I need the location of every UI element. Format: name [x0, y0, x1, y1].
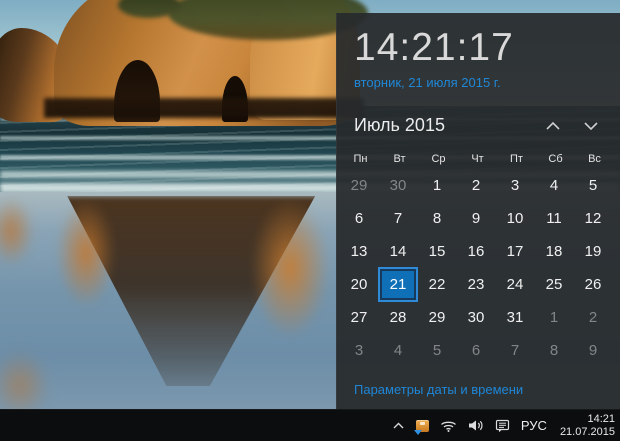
- calendar-day[interactable]: 4: [536, 170, 572, 201]
- chevron-down-icon[interactable]: [582, 119, 600, 133]
- day-of-week-header: Ср: [431, 153, 446, 165]
- calendar-day[interactable]: 7: [380, 203, 416, 234]
- calendar-day[interactable]: 2: [575, 302, 611, 333]
- wallpaper-rock-shadow: [44, 98, 364, 118]
- wallpaper-reflection-glow: [56, 198, 116, 308]
- wifi-icon[interactable]: [440, 419, 457, 432]
- calendar-day[interactable]: 7: [497, 335, 533, 366]
- calendar-day[interactable]: 30: [380, 170, 416, 201]
- calendar-month-label[interactable]: Июль 2015: [354, 115, 445, 136]
- calendar-day[interactable]: 26: [575, 269, 611, 300]
- time-display: 14:21:17: [354, 26, 514, 69]
- calendar-day[interactable]: 25: [536, 269, 572, 300]
- calendar-day[interactable]: 4: [380, 335, 416, 366]
- calendar-day[interactable]: 8: [536, 335, 572, 366]
- calendar-day[interactable]: 29: [341, 170, 377, 201]
- calendar-day[interactable]: 17: [497, 236, 533, 267]
- taskbar-date: 21.07.2015: [559, 425, 615, 438]
- calendar-day[interactable]: 6: [458, 335, 494, 366]
- calendar-day[interactable]: 20: [341, 269, 377, 300]
- day-of-week-header: Сб: [548, 153, 563, 165]
- calendar-header: Июль 2015: [354, 115, 600, 136]
- calendar-day[interactable]: 3: [497, 170, 533, 201]
- calendar-day[interactable]: 12: [575, 203, 611, 234]
- calendar-day[interactable]: 1: [536, 302, 572, 333]
- taskbar[interactable]: РУС 14:21 21.07.2015: [0, 409, 620, 441]
- action-center-icon[interactable]: [495, 419, 510, 433]
- day-of-week-header: Вт: [393, 153, 406, 165]
- wallpaper-reflection-glow: [0, 350, 50, 410]
- full-date-text: вторник, 21 июля 2015 г.: [354, 75, 501, 90]
- hidden-icons-chevron-icon[interactable]: [392, 421, 405, 430]
- calendar-day[interactable]: 13: [341, 236, 377, 267]
- calendar-day[interactable]: 2: [458, 170, 494, 201]
- calendar-day[interactable]: 9: [458, 203, 494, 234]
- calendar-day[interactable]: 1: [419, 170, 455, 201]
- volume-icon[interactable]: [468, 419, 484, 432]
- calendar-day-selected[interactable]: 21: [380, 269, 416, 300]
- calendar-day[interactable]: 27: [341, 302, 377, 333]
- calendar-grid: 29 30 1 2 3 4 5 6 7 8 9 10 11 12 13 14 15 16 17 18 19 20 21 22 2…: [341, 170, 614, 368]
- calendar-day[interactable]: 19: [575, 236, 611, 267]
- day-of-week-header: Чт: [471, 153, 484, 165]
- calendar-day[interactable]: 3: [341, 335, 377, 366]
- calendar-day[interactable]: 22: [419, 269, 455, 300]
- calendar-day[interactable]: 6: [341, 203, 377, 234]
- calendar-day-headers: Пн Вт Ср Чт Пт Сб Вс: [341, 150, 614, 168]
- taskbar-time: 14:21: [587, 412, 615, 425]
- calendar-nav: [544, 119, 600, 133]
- calendar-day[interactable]: 9: [575, 335, 611, 366]
- calendar-day[interactable]: 5: [575, 170, 611, 201]
- calendar-day[interactable]: 16: [458, 236, 494, 267]
- update-icon[interactable]: [413, 419, 429, 435]
- calendar-day[interactable]: 24: [497, 269, 533, 300]
- day-of-week-header: Вс: [588, 153, 601, 165]
- day-of-week-header: Пт: [510, 153, 523, 165]
- day-of-week-header: Пн: [353, 153, 368, 165]
- calendar-day[interactable]: 23: [458, 269, 494, 300]
- calendar-day[interactable]: 18: [536, 236, 572, 267]
- clock-calendar-flyout: 14:21:17 вторник, 21 июля 2015 г. Июль 2…: [336, 13, 620, 410]
- chevron-up-icon[interactable]: [544, 119, 562, 133]
- wallpaper-reflection-glow: [0, 196, 34, 266]
- calendar-day[interactable]: 11: [536, 203, 572, 234]
- desktop: 14:21:17 вторник, 21 июля 2015 г. Июль 2…: [0, 0, 620, 441]
- language-indicator[interactable]: РУС: [521, 418, 547, 433]
- date-time-settings-link[interactable]: Параметры даты и времени: [354, 382, 523, 397]
- calendar-day[interactable]: 14: [380, 236, 416, 267]
- calendar-day[interactable]: 31: [497, 302, 533, 333]
- calendar-day[interactable]: 30: [458, 302, 494, 333]
- calendar-day[interactable]: 5: [419, 335, 455, 366]
- calendar-day[interactable]: 8: [419, 203, 455, 234]
- calendar-day[interactable]: 29: [419, 302, 455, 333]
- system-tray: РУС 14:21 21.07.2015: [392, 410, 615, 441]
- calendar-day[interactable]: 10: [497, 203, 533, 234]
- wallpaper-reflection-glow: [250, 198, 330, 338]
- taskbar-clock[interactable]: 14:21 21.07.2015: [560, 413, 615, 439]
- calendar-day[interactable]: 15: [419, 236, 455, 267]
- calendar-day[interactable]: 28: [380, 302, 416, 333]
